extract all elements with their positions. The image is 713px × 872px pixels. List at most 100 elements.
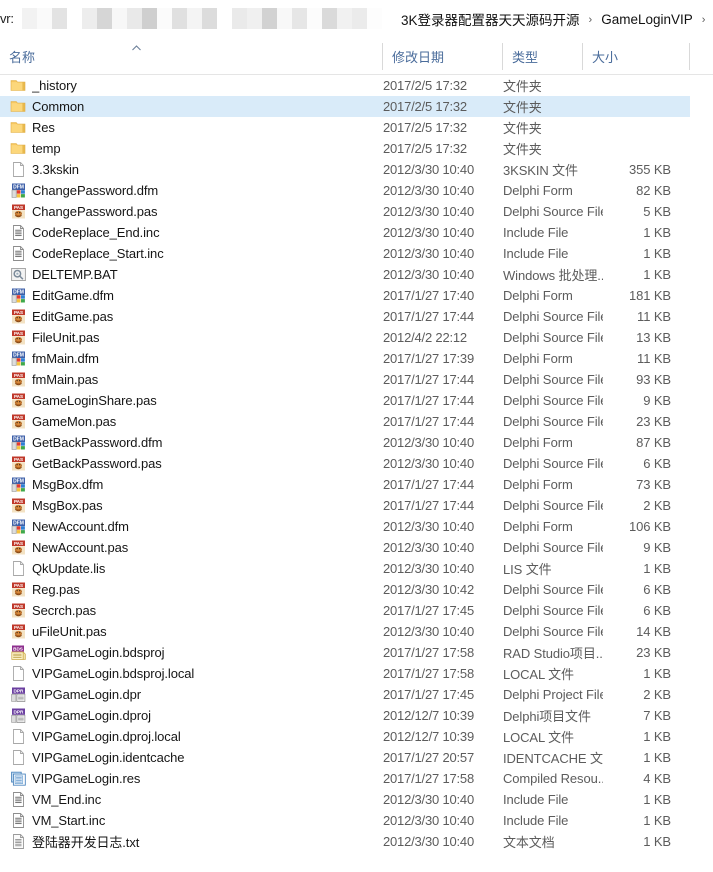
file-row[interactable]: PASGetBackPassword.pas2012/3/30 10:40Del… xyxy=(0,453,690,474)
file-row[interactable]: DFMEditGame.dfm2017/1/27 17:40Delphi For… xyxy=(0,285,690,306)
file-row[interactable]: QkUpdate.lis2012/3/30 10:40LIS 文件1 KB xyxy=(0,558,690,579)
text-document-icon xyxy=(0,224,32,241)
file-date-cell: 2017/1/27 17:45 xyxy=(383,687,503,702)
svg-text:DPR: DPR xyxy=(13,688,24,693)
file-size-cell: 23 KB xyxy=(603,645,675,660)
file-name-cell: VM_Start.inc xyxy=(32,813,383,828)
pas-file-icon: PAS xyxy=(0,455,32,472)
file-size-cell: 93 KB xyxy=(603,372,675,387)
file-date-cell: 2017/1/27 17:44 xyxy=(383,309,503,324)
file-size-cell: 6 KB xyxy=(603,456,675,471)
file-row[interactable]: DFMMsgBox.dfm2017/1/27 17:44Delphi Form7… xyxy=(0,474,690,495)
resource-file-icon xyxy=(0,770,32,787)
file-date-cell: 2017/2/5 17:32 xyxy=(383,120,503,135)
file-size-cell: 9 KB xyxy=(603,540,675,555)
file-size-cell: 82 KB xyxy=(603,183,675,198)
file-row[interactable]: PASfmMain.pas2017/1/27 17:44Delphi Sourc… xyxy=(0,369,690,390)
file-name-cell: NewAccount.pas xyxy=(32,540,383,555)
file-size-cell: 87 KB xyxy=(603,435,675,450)
file-row[interactable]: Res2017/2/5 17:32文件夹 xyxy=(0,117,690,138)
file-type-cell: Delphi Project File xyxy=(503,687,603,702)
file-row[interactable]: BDSVIPGameLogin.bdsproj2017/1/27 17:58RA… xyxy=(0,642,690,663)
file-row[interactable]: CodeReplace_Start.inc2012/3/30 10:40Incl… xyxy=(0,243,690,264)
file-row[interactable]: VIPGameLogin.identcache2017/1/27 20:57ID… xyxy=(0,747,690,768)
file-size-cell: 355 KB xyxy=(603,162,675,177)
breadcrumb: 3K登录器配置器天天源码开源 › GameLoginVIP › xyxy=(399,0,712,38)
sort-ascending-icon xyxy=(131,44,142,53)
column-header-name[interactable]: 名称 xyxy=(0,38,383,75)
file-row[interactable]: PASGameMon.pas2017/1/27 17:44Delphi Sour… xyxy=(0,411,690,432)
file-name-cell: EditGame.pas xyxy=(32,309,383,324)
file-row[interactable]: 3.3kskin2012/3/30 10:403KSKIN 文件355 KB xyxy=(0,159,690,180)
file-row[interactable]: DPRVIPGameLogin.dpr2017/1/27 17:45Delphi… xyxy=(0,684,690,705)
column-header-name-label: 名称 xyxy=(9,47,35,66)
file-row[interactable]: DFMfmMain.dfm2017/1/27 17:39Delphi Form1… xyxy=(0,348,690,369)
file-type-cell: IDENTCACHE 文件 xyxy=(503,748,603,767)
file-row[interactable]: PASGameLoginShare.pas2017/1/27 17:44Delp… xyxy=(0,390,690,411)
blank-document-icon xyxy=(0,728,32,745)
file-row[interactable]: PASNewAccount.pas2012/3/30 10:40Delphi S… xyxy=(0,537,690,558)
file-type-cell: Delphi Source File xyxy=(503,540,603,555)
file-name-cell: fmMain.pas xyxy=(32,372,383,387)
file-row[interactable]: VIPGameLogin.dproj.local2012/12/7 10:39L… xyxy=(0,726,690,747)
file-type-cell: LOCAL 文件 xyxy=(503,664,603,683)
pas-file-icon: PAS xyxy=(0,392,32,409)
file-row[interactable]: VM_End.inc2012/3/30 10:40Include File1 K… xyxy=(0,789,690,810)
file-date-cell: 2012/3/30 10:40 xyxy=(383,519,503,534)
file-row[interactable]: PASChangePassword.pas2012/3/30 10:40Delp… xyxy=(0,201,690,222)
file-type-cell: Delphi项目文件 xyxy=(503,706,603,725)
file-date-cell: 2017/1/27 17:44 xyxy=(383,498,503,513)
breadcrumb-item-gameloginvip[interactable]: GameLoginVIP xyxy=(599,9,695,30)
column-divider[interactable] xyxy=(689,43,690,70)
file-date-cell: 2012/3/30 10:40 xyxy=(383,456,503,471)
address-bar[interactable]: vr: 3K登录器配置器天天源码开源 › GameLoginVIP › xyxy=(0,0,713,38)
dpr-file-icon: DPR xyxy=(0,686,32,703)
file-row[interactable]: CodeReplace_End.inc2012/3/30 10:40Includ… xyxy=(0,222,690,243)
file-row[interactable]: PASFileUnit.pas2012/4/2 22:12Delphi Sour… xyxy=(0,327,690,348)
file-name-cell: uFileUnit.pas xyxy=(32,624,383,639)
file-row[interactable]: Common2017/2/5 17:32文件夹 xyxy=(0,96,690,117)
file-type-cell: Delphi Source File xyxy=(503,204,603,219)
column-header-size[interactable]: 大小 xyxy=(583,38,690,75)
chevron-right-icon[interactable]: › xyxy=(582,14,600,26)
file-size-cell: 6 KB xyxy=(603,582,675,597)
file-row[interactable]: DELTEMP.BAT2012/3/30 10:40Windows 批处理...… xyxy=(0,264,690,285)
file-list[interactable]: _history2017/2/5 17:32文件夹Common2017/2/5 … xyxy=(0,75,713,872)
svg-text:PAS: PAS xyxy=(13,625,22,630)
file-row[interactable]: _history2017/2/5 17:32文件夹 xyxy=(0,75,690,96)
file-row[interactable]: VIPGameLogin.bdsproj.local2017/1/27 17:5… xyxy=(0,663,690,684)
breadcrumb-item-project[interactable]: 3K登录器配置器天天源码开源 xyxy=(399,6,582,32)
file-date-cell: 2017/1/27 17:58 xyxy=(383,645,503,660)
file-size-cell: 181 KB xyxy=(603,288,675,303)
txt-document-icon xyxy=(0,833,32,850)
svg-text:PAS: PAS xyxy=(13,499,22,504)
file-date-cell: 2012/3/30 10:40 xyxy=(383,204,503,219)
file-size-cell: 1 KB xyxy=(603,792,675,807)
file-row[interactable]: temp2017/2/5 17:32文件夹 xyxy=(0,138,690,159)
file-row[interactable]: DPRVIPGameLogin.dproj2012/12/7 10:39Delp… xyxy=(0,705,690,726)
file-row[interactable]: VM_Start.inc2012/3/30 10:40Include File1… xyxy=(0,810,690,831)
file-name-cell: QkUpdate.lis xyxy=(32,561,383,576)
column-header-date-label: 修改日期 xyxy=(392,47,444,66)
file-row[interactable]: PASSecrch.pas2017/1/27 17:45Delphi Sourc… xyxy=(0,600,690,621)
file-row[interactable]: VIPGameLogin.res2017/1/27 17:58Compiled … xyxy=(0,768,690,789)
column-header-type[interactable]: 类型 xyxy=(503,38,583,75)
pas-file-icon: PAS xyxy=(0,413,32,430)
file-row[interactable]: DFMGetBackPassword.dfm2012/3/30 10:40Del… xyxy=(0,432,690,453)
pas-file-icon: PAS xyxy=(0,203,32,220)
file-row[interactable]: PASReg.pas2012/3/30 10:42Delphi Source F… xyxy=(0,579,690,600)
column-header-date-modified[interactable]: 修改日期 xyxy=(383,38,503,75)
file-row[interactable]: PASuFileUnit.pas2012/3/30 10:40Delphi So… xyxy=(0,621,690,642)
dfm-file-icon: DFM xyxy=(0,287,32,304)
file-row[interactable]: DFMChangePassword.dfm2012/3/30 10:40Delp… xyxy=(0,180,690,201)
file-date-cell: 2017/1/27 17:40 xyxy=(383,288,503,303)
file-row[interactable]: 登陆器开发日志.txt2012/3/30 10:40文本文档1 KB xyxy=(0,831,690,852)
file-name-cell: MsgBox.dfm xyxy=(32,477,383,492)
file-row[interactable]: PASEditGame.pas2017/1/27 17:44Delphi Sou… xyxy=(0,306,690,327)
blank-document-icon xyxy=(0,161,32,178)
file-row[interactable]: PASMsgBox.pas2017/1/27 17:44Delphi Sourc… xyxy=(0,495,690,516)
file-row[interactable]: DFMNewAccount.dfm2012/3/30 10:40Delphi F… xyxy=(0,516,690,537)
chevron-right-icon[interactable]: › xyxy=(695,14,713,26)
file-type-cell: 文件夹 xyxy=(503,139,603,158)
file-type-cell: Delphi Source File xyxy=(503,414,603,429)
